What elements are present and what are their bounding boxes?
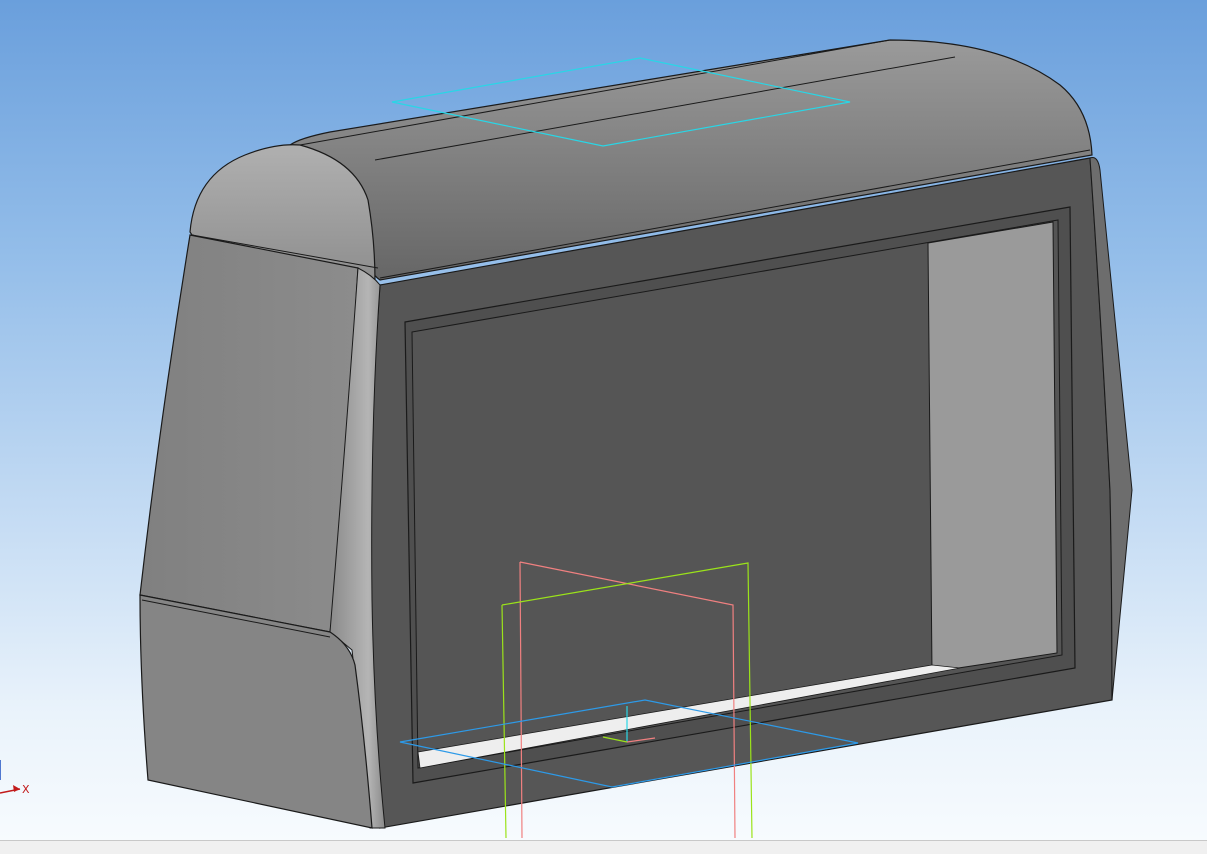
model-canvas[interactable]: X <box>0 0 1207 840</box>
x-axis-label: X <box>22 783 30 796</box>
3d-viewport[interactable]: X <box>0 0 1207 840</box>
left-side-face <box>139 234 359 633</box>
status-bar <box>0 840 1207 854</box>
coordinate-triad: X <box>0 760 30 796</box>
inner-right-wall <box>927 221 1058 673</box>
housing-model[interactable] <box>139 39 1133 829</box>
